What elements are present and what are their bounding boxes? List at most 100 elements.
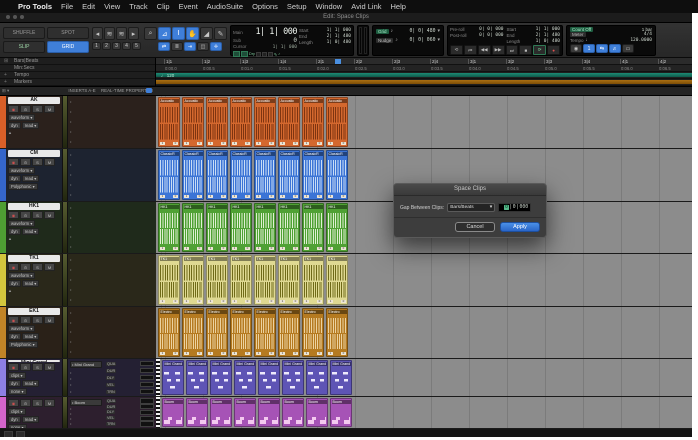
track-lane[interactable]: TK110TK110TK110TK110TK110TK110TK110TK110 (156, 254, 692, 306)
scroll-options-icon[interactable] (16, 431, 25, 438)
edit-selection-end-marker[interactable] (335, 59, 341, 64)
track-lane[interactable]: Acoustic10Acoustic10Acoustic10Acoustic10… (156, 96, 692, 148)
fade-in-handle[interactable]: 1 (184, 142, 189, 145)
insert-slot[interactable]: • (70, 422, 102, 426)
rtp-label-trn[interactable]: TRN (106, 390, 116, 394)
midi-clip[interactable]: Mini Grand (186, 360, 208, 395)
menu-item-audiosuite[interactable]: AudioSuite (207, 2, 243, 11)
gap-value-field[interactable]: 0 | 0 | 000 (498, 203, 531, 212)
audio-clip[interactable]: Electro10 (182, 308, 204, 357)
automation-mode-selector[interactable]: read ▾ (22, 333, 40, 340)
fade-out-handle[interactable]: 0 (173, 300, 178, 303)
audio-clip[interactable]: Acoustic10 (302, 97, 324, 147)
conductor-button[interactable]: ♬ (609, 44, 621, 53)
rtp-value-box[interactable] (140, 368, 154, 374)
track-lane[interactable]: Electro10Electro10Electro10Electro10Elec… (156, 307, 692, 358)
fade-in-handle[interactable]: 1 (232, 352, 237, 355)
mode-spot-button[interactable]: SPOT (47, 27, 89, 39)
automation-mode-selector[interactable]: read ▾ (22, 416, 40, 423)
edit-group-icon[interactable]: ⊞ ▾ (2, 88, 9, 94)
transport-button-4[interactable]: ⏭ (506, 45, 519, 55)
fade-in-handle[interactable]: 1 (256, 142, 261, 145)
midi-clip[interactable]: Boom (306, 398, 328, 427)
selector-tool-icon[interactable]: I (172, 27, 185, 40)
audio-clip[interactable]: TK110 (278, 255, 300, 305)
insert-slot[interactable]: • (70, 268, 102, 272)
sub-counter-value[interactable]: 0 (293, 37, 297, 44)
fade-in-handle[interactable]: 1 (304, 352, 309, 355)
selection-start-value[interactable]: 1| 1| 000 (327, 28, 351, 33)
fade-in-handle[interactable]: 1 (208, 300, 213, 303)
fade-in-handle[interactable]: 1 (280, 195, 285, 198)
insert-slot[interactable]: • (70, 288, 102, 292)
transport-button-2[interactable]: ◀◀ (478, 45, 491, 55)
main-counter-value[interactable]: 1| 1| 000 (255, 27, 297, 37)
audio-clip[interactable]: ClassicR10 (182, 150, 204, 200)
insert-slot[interactable]: • (70, 407, 102, 411)
audio-clip[interactable]: Electro10 (302, 308, 324, 357)
midi-clip[interactable]: Boom (210, 398, 232, 427)
transport-end-value[interactable]: 2| 1| 480 (536, 33, 560, 38)
insert-slot[interactable]: • (70, 193, 102, 197)
zoomer-tool-icon[interactable]: ⌕ (144, 27, 157, 40)
solo-button[interactable]: S (32, 399, 43, 407)
midi-clip[interactable]: Mini Grand (210, 360, 232, 395)
track-lane[interactable]: BoomBoomBoomBoomBoomBoomBoomBoom (156, 397, 692, 428)
track-view-selector[interactable]: waveform ▾ (8, 272, 35, 279)
elastic-audio-selector[interactable]: Polyphonic ▾ (8, 183, 38, 190)
input-monitor-button[interactable]: ⊙ (20, 158, 31, 166)
mute-button[interactable]: M (44, 263, 55, 271)
insert-slot[interactable]: • (70, 298, 102, 302)
rtp-label-dly[interactable]: DLY (106, 376, 115, 380)
zoom-preset-2[interactable]: 2 (102, 42, 111, 50)
fade-out-handle[interactable]: 0 (269, 300, 274, 303)
transport-button-7[interactable]: ● (547, 45, 560, 55)
elastic-audio-selector[interactable]: Polyphonic ▾ (8, 341, 38, 348)
fade-out-handle[interactable]: 0 (341, 142, 346, 145)
menu-item-event[interactable]: Event (179, 2, 198, 11)
fade-out-handle[interactable]: 0 (341, 300, 346, 303)
count-in-button[interactable]: 1 (583, 44, 595, 53)
audio-clip[interactable]: Electro10 (206, 308, 228, 357)
fade-in-handle[interactable]: 1 (160, 142, 165, 145)
fade-out-handle[interactable]: 0 (197, 142, 202, 145)
transport-button-5[interactable]: ■ (519, 45, 532, 55)
rtp-label-dur[interactable]: DUR (106, 369, 116, 373)
fade-in-handle[interactable]: 1 (184, 195, 189, 198)
menu-item-window[interactable]: Window (316, 2, 343, 11)
fade-in-handle[interactable]: 1 (208, 247, 213, 250)
automation-dyn-button[interactable]: dyn (8, 333, 21, 340)
elastic-audio-icon[interactable]: ▲ (8, 130, 12, 135)
bottom-scroll-bar[interactable] (0, 429, 692, 437)
grid-value[interactable]: 0| 0| 480 (409, 29, 435, 34)
ruler-label-min-secs[interactable]: Min:Secs (0, 65, 155, 72)
fade-out-handle[interactable]: 0 (197, 247, 202, 250)
rtp-label-vel[interactable]: VEL (106, 383, 115, 387)
fade-out-handle[interactable]: 0 (221, 195, 226, 198)
track-view-selector[interactable]: clips ▾ (8, 372, 26, 379)
gap-value-bars[interactable]: 0 (504, 205, 509, 210)
mute-button[interactable]: M (44, 105, 55, 113)
mode-grid-button[interactable]: GRID (47, 41, 89, 53)
automation-mode-selector[interactable]: read ▾ (22, 175, 40, 182)
fade-out-handle[interactable]: 0 (173, 142, 178, 145)
audio-clip[interactable]: Electro10 (326, 308, 348, 357)
rtp-label-dur[interactable]: DUR (106, 405, 116, 409)
rtp-label-qua[interactable]: QUA (106, 399, 116, 403)
zoom-preset-3[interactable]: 3 (112, 42, 121, 50)
audio-clip[interactable]: HK110 (278, 203, 300, 252)
fade-out-handle[interactable]: 0 (269, 142, 274, 145)
fade-out-handle[interactable]: 0 (221, 247, 226, 250)
fade-out-handle[interactable]: 0 (245, 300, 250, 303)
track-lane[interactable]: Mini GrandMini GrandMini GrandMini Grand… (156, 359, 692, 396)
audio-clip[interactable]: Electro10 (278, 308, 300, 357)
fade-out-handle[interactable]: 0 (173, 195, 178, 198)
audio-clip[interactable]: TK110 (326, 255, 348, 305)
record-enable-button[interactable]: ◉ (8, 263, 19, 271)
pencil-tool-icon[interactable]: ✎ (214, 27, 227, 40)
audio-clip[interactable]: ClassicR10 (302, 150, 324, 200)
automation-dyn-button[interactable]: dyn (8, 228, 21, 235)
fade-in-handle[interactable]: 1 (280, 300, 285, 303)
fade-in-handle[interactable]: 1 (256, 247, 261, 250)
audio-clip[interactable]: HK110 (158, 203, 180, 252)
